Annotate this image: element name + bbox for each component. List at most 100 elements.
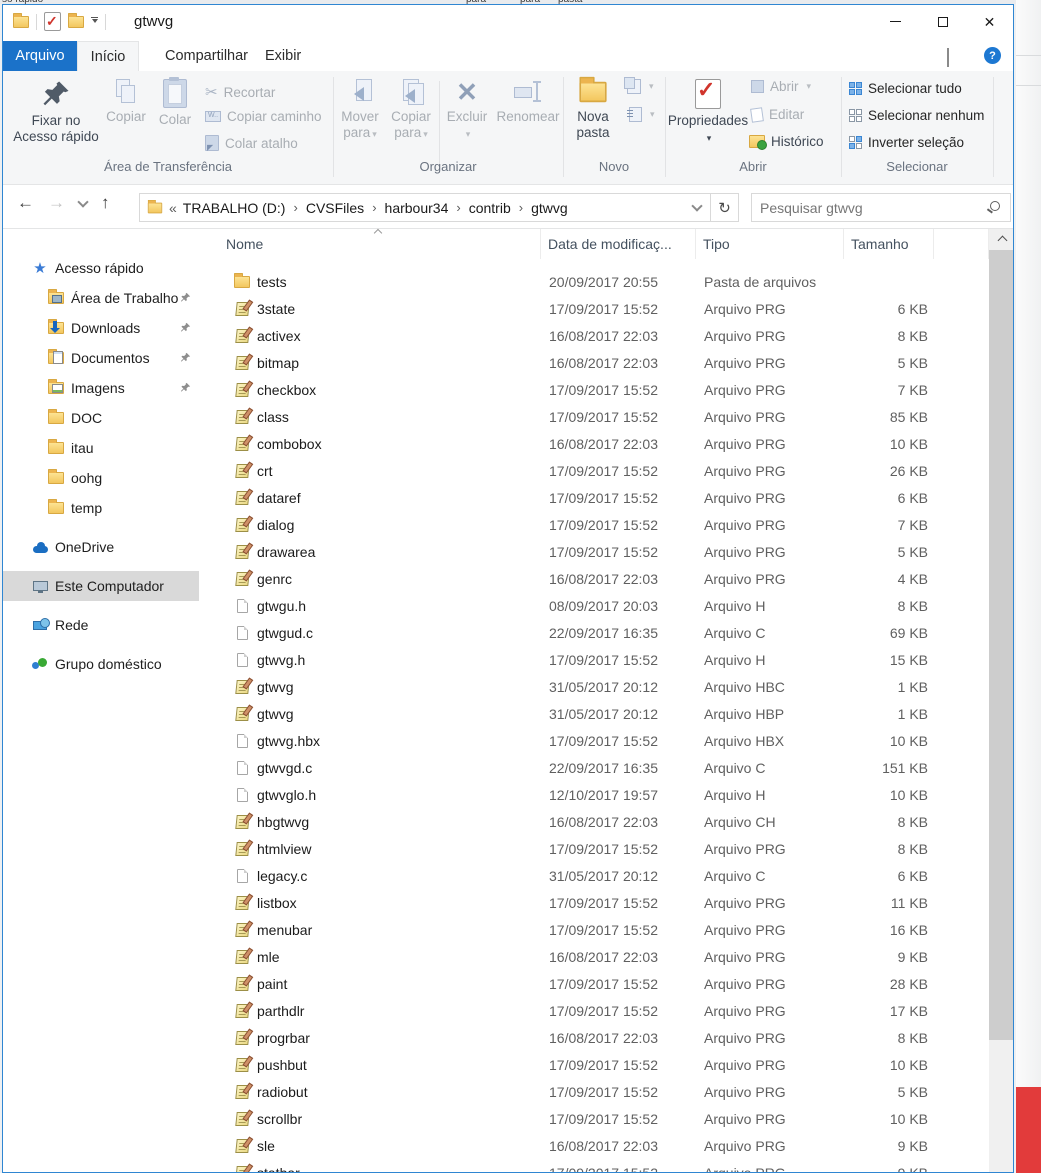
file-row[interactable]: progrbar 16/08/2017 22:03 Arquivo PRG 8 KB: [199, 1024, 989, 1051]
recent-locations-icon[interactable]: [77, 195, 89, 208]
column-header-type[interactable]: Tipo: [696, 229, 844, 259]
invert-selection-button[interactable]: Inverter seleção: [849, 135, 964, 150]
sidebar-item-area-de-trabalho[interactable]: Área de Trabalho: [3, 283, 199, 313]
file-row[interactable]: class 17/09/2017 15:52 Arquivo PRG 85 KB: [199, 403, 989, 430]
tab-view[interactable]: Exibir: [251, 41, 315, 71]
sidebar-item-este-computador[interactable]: Este Computador: [3, 571, 199, 601]
sidebar-item-acesso-rapido[interactable]: ★ Acesso rápido: [3, 253, 199, 283]
qat-customize-icon[interactable]: [91, 17, 98, 26]
properties-qat-icon[interactable]: ✓: [44, 12, 61, 31]
file-row[interactable]: genrc 16/08/2017 22:03 Arquivo PRG 4 KB: [199, 565, 989, 592]
crumb[interactable]: contrib: [469, 200, 511, 216]
file-row[interactable]: gtwgu.h 08/09/2017 20:03 Arquivo H 8 KB: [199, 592, 989, 619]
search-icon[interactable]: [986, 200, 1002, 216]
scroll-up-button[interactable]: [989, 229, 1013, 248]
column-header-date[interactable]: Data de modificaç...: [541, 229, 696, 259]
file-row[interactable]: gtwvg 31/05/2017 20:12 Arquivo HBC 1 KB: [199, 673, 989, 700]
sidebar-item-rede[interactable]: Rede: [3, 610, 199, 640]
sidebar-item-onedrive[interactable]: OneDrive: [3, 532, 199, 562]
easy-access-button[interactable]: ▾: [627, 107, 655, 122]
sidebar-item-oohg[interactable]: oohg: [3, 463, 199, 493]
history-button[interactable]: Histórico: [749, 134, 824, 150]
sidebar-item-imagens[interactable]: Imagens: [3, 373, 199, 403]
vertical-scrollbar[interactable]: [989, 229, 1013, 1172]
close-button[interactable]: ✕: [966, 5, 1013, 38]
file-row[interactable]: listbox 17/09/2017 15:52 Arquivo PRG 11 KB: [199, 889, 989, 916]
file-row[interactable]: statbar 17/09/2017 15:52 Arquivo PRG 9 KB: [199, 1159, 989, 1172]
crumb[interactable]: harbour34: [385, 200, 449, 216]
help-button[interactable]: ?: [984, 47, 1001, 64]
forward-button[interactable]: →: [48, 193, 65, 213]
file-row[interactable]: gtwvglo.h 12/10/2017 19:57 Arquivo H 10 KB: [199, 781, 989, 808]
edit-button[interactable]: Editar: [750, 106, 804, 123]
file-row[interactable]: gtwvg.h 17/09/2017 15:52 Arquivo H 15 KB: [199, 646, 989, 673]
overflow-mark[interactable]: «: [169, 200, 177, 216]
file-row[interactable]: menubar 17/09/2017 15:52 Arquivo PRG 16 KB: [199, 916, 989, 943]
file-row[interactable]: drawarea 17/09/2017 15:52 Arquivo PRG 5 KB: [199, 538, 989, 565]
file-row[interactable]: pushbut 17/09/2017 15:52 Arquivo PRG 10 KB: [199, 1051, 989, 1078]
sidebar-item-doc[interactable]: DOC: [3, 403, 199, 433]
file-row[interactable]: activex 16/08/2017 22:03 Arquivo PRG 8 KB: [199, 322, 989, 349]
up-button[interactable]: ↑: [101, 193, 110, 213]
paste-button[interactable]: Colar: [152, 77, 198, 128]
minimize-button[interactable]: [872, 5, 919, 38]
file-row[interactable]: tests 20/09/2017 20:55 Pasta de arquivos: [199, 268, 989, 295]
rename-button[interactable]: Renomear: [493, 79, 563, 125]
address-dropdown-button[interactable]: [684, 194, 710, 221]
sidebar-item-temp[interactable]: temp: [3, 493, 199, 523]
file-row[interactable]: mle 16/08/2017 22:03 Arquivo PRG 9 KB: [199, 943, 989, 970]
new-item-button[interactable]: ▾: [624, 77, 654, 94]
address-bar[interactable]: « TRABALHO (D:) › CVSFiles › harbour34 › co…: [139, 193, 739, 222]
maximize-button[interactable]: [919, 5, 966, 38]
refresh-button[interactable]: ↻: [710, 194, 738, 221]
file-row[interactable]: bitmap 16/08/2017 22:03 Arquivo PRG 5 KB: [199, 349, 989, 376]
collapse-ribbon-button[interactable]: [947, 48, 957, 67]
copy-to-button[interactable]: Copiar para ▾: [386, 79, 436, 142]
tab-file[interactable]: Arquivo: [3, 41, 77, 71]
cut-button[interactable]: ✂ Recortar: [205, 83, 275, 101]
column-header-name[interactable]: Nome: [199, 228, 541, 259]
file-row[interactable]: gtwvg.hbx 17/09/2017 15:52 Arquivo HBX 10 K…: [199, 727, 989, 754]
tab-share[interactable]: Compartilhar: [151, 41, 262, 71]
folder-qat-icon[interactable]: [68, 12, 84, 28]
file-row[interactable]: gtwvgd.c 22/09/2017 16:35 Arquivo C 151 KB: [199, 754, 989, 781]
tab-home[interactable]: Início: [77, 41, 139, 71]
new-folder-button[interactable]: Nova pasta: [567, 76, 619, 141]
file-row[interactable]: htmlview 17/09/2017 15:52 Arquivo PRG 8 KB: [199, 835, 989, 862]
file-row[interactable]: legacy.c 31/05/2017 20:12 Arquivo C 6 KB: [199, 862, 989, 889]
file-row[interactable]: dialog 17/09/2017 15:52 Arquivo PRG 7 KB: [199, 511, 989, 538]
crumb[interactable]: CVSFiles: [306, 200, 364, 216]
file-row[interactable]: gtwvg 31/05/2017 20:12 Arquivo HBP 1 KB: [199, 700, 989, 727]
file-row[interactable]: dataref 17/09/2017 15:52 Arquivo PRG 6 KB: [199, 484, 989, 511]
file-row[interactable]: gtwgud.c 22/09/2017 16:35 Arquivo C 69 KB: [199, 619, 989, 646]
sidebar-item-documentos[interactable]: Documentos: [3, 343, 199, 373]
column-header-size[interactable]: Tamanho: [844, 229, 934, 259]
crumb[interactable]: gtwvg: [531, 200, 568, 216]
sidebar-item-itau[interactable]: itau: [3, 433, 199, 463]
select-all-button[interactable]: Selecionar tudo: [849, 81, 962, 96]
crumb[interactable]: TRABALHO (D:): [183, 200, 286, 216]
open-button[interactable]: Abrir ▾: [751, 79, 811, 94]
search-input[interactable]: [752, 199, 986, 216]
file-row[interactable]: hbgtwvg 16/08/2017 22:03 Arquivo CH 8 KB: [199, 808, 989, 835]
copy-button[interactable]: Copiar: [102, 79, 150, 125]
file-row[interactable]: scrollbr 17/09/2017 15:52 Arquivo PRG 10 KB: [199, 1105, 989, 1132]
sidebar-item-grupo-domestico[interactable]: Grupo doméstico: [3, 649, 199, 679]
copy-path-button[interactable]: W.. Copiar caminho: [205, 109, 322, 124]
back-button[interactable]: ←: [17, 193, 34, 213]
file-row[interactable]: paint 17/09/2017 15:52 Arquivo PRG 28 KB: [199, 970, 989, 997]
sidebar-item-downloads[interactable]: Downloads: [3, 313, 199, 343]
file-row[interactable]: combobox 16/08/2017 22:03 Arquivo PRG 10 KB: [199, 430, 989, 457]
delete-button[interactable]: ✕ Excluir ▾: [441, 79, 493, 142]
pin-to-quick-access-button[interactable]: Fixar no Acesso rápido: [9, 79, 103, 145]
file-row[interactable]: sle 16/08/2017 22:03 Arquivo PRG 9 KB: [199, 1132, 989, 1159]
file-row[interactable]: parthdlr 17/09/2017 15:52 Arquivo PRG 17 KB: [199, 997, 989, 1024]
paste-shortcut-button[interactable]: Colar atalho: [205, 135, 298, 152]
file-row[interactable]: checkbox 17/09/2017 15:52 Arquivo PRG 7 KB: [199, 376, 989, 403]
properties-button[interactable]: ✓ Propriedades ▾: [668, 79, 748, 146]
file-row[interactable]: crt 17/09/2017 15:52 Arquivo PRG 26 KB: [199, 457, 989, 484]
select-none-button[interactable]: Selecionar nenhum: [849, 108, 984, 123]
file-row[interactable]: radiobut 17/09/2017 15:52 Arquivo PRG 5 KB: [199, 1078, 989, 1105]
scrollbar-thumb[interactable]: [989, 250, 1013, 1040]
file-row[interactable]: 3state 17/09/2017 15:52 Arquivo PRG 6 KB: [199, 295, 989, 322]
